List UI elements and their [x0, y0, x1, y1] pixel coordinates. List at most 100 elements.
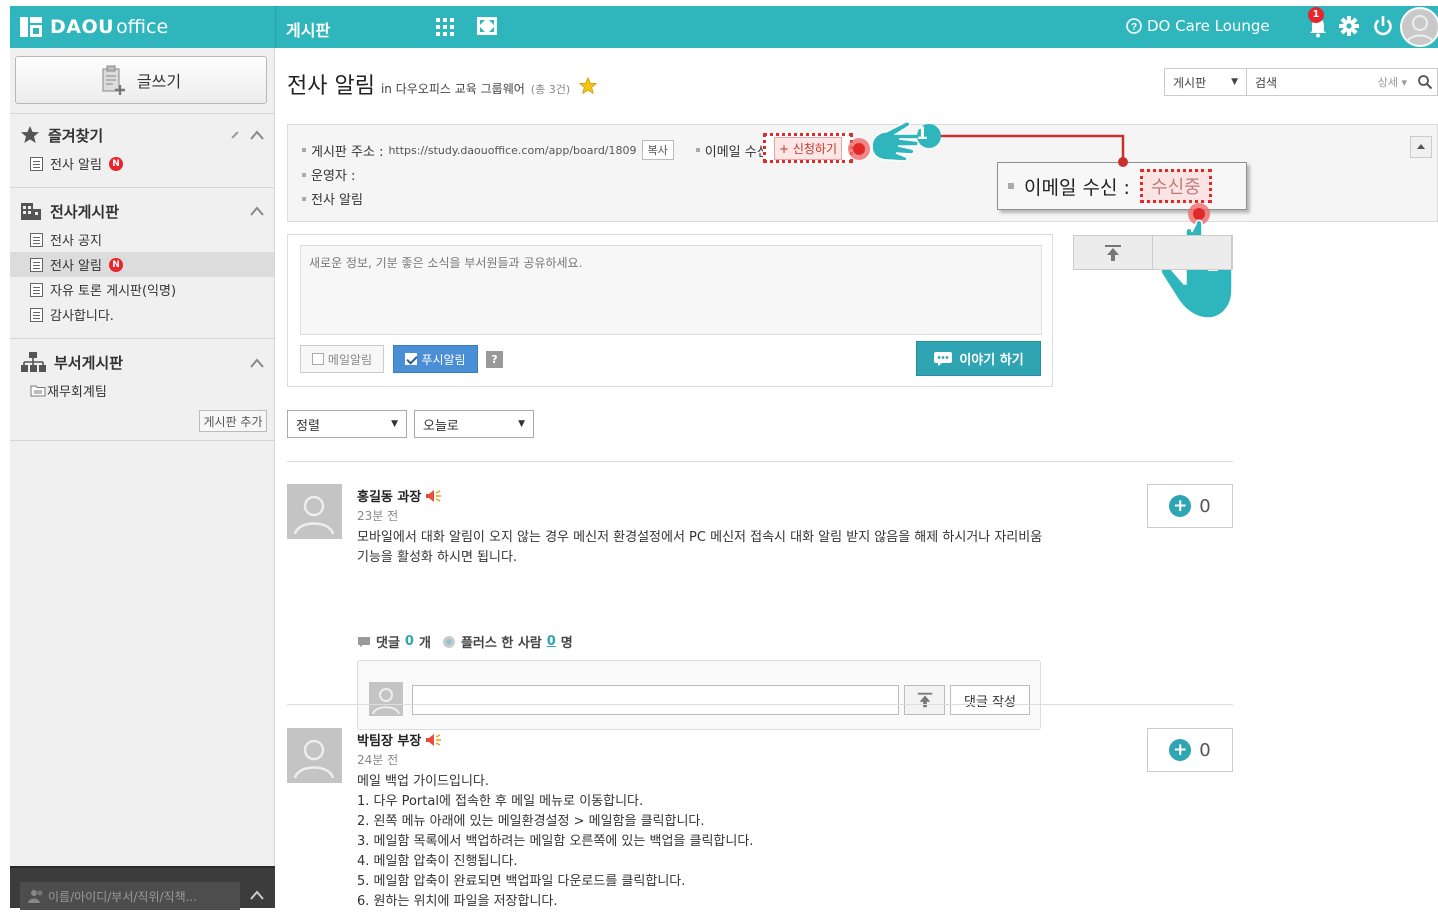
plus-people-label: 플러스 한 사람 — [460, 636, 542, 651]
chevron-up-icon[interactable] — [250, 358, 264, 368]
search-scope-select[interactable]: 게시판 ▼ — [1165, 69, 1247, 95]
section-title[interactable]: 게시판 — [286, 17, 330, 41]
sidebar-item-notice[interactable]: 전사 공지 — [10, 227, 274, 252]
plus-people-unit: 명 — [560, 636, 573, 651]
sidebar-item-label: 자유 토론 게시판(익명) — [50, 284, 177, 299]
sidebar-item-label: 재무회계팀 — [47, 385, 107, 400]
care-lounge-label: DO Care Lounge — [1147, 17, 1270, 35]
chevron-up-icon[interactable] — [250, 890, 264, 900]
comment-submit-button[interactable]: 댓글 작성 — [950, 685, 1030, 715]
add-board-button[interactable]: 게시판 추가 — [199, 410, 267, 432]
board-title: 전사 알림 — [287, 74, 375, 99]
click-marker-core — [853, 143, 865, 155]
plus-button[interactable]: + 0 — [1147, 484, 1233, 528]
favorites-title: 즐겨찾기 — [48, 126, 104, 145]
description-row: 전사 알림 — [302, 189, 363, 208]
comment-attach-button[interactable] — [904, 685, 945, 715]
power-icon[interactable] — [1372, 15, 1394, 37]
plus-count: 0 — [1199, 739, 1211, 761]
dropdown-arrow-icon: ▼ — [518, 419, 525, 429]
post-author-name: 홍길동 과장 — [357, 490, 422, 505]
care-lounge-link[interactable]: ? DO Care Lounge — [1126, 17, 1270, 35]
favorites-header[interactable]: 즐겨찾기 — [20, 124, 103, 146]
submit-post-label: 이야기 하기 — [959, 353, 1024, 368]
user-avatar[interactable] — [1400, 7, 1438, 47]
attach-button[interactable] — [1153, 236, 1232, 269]
brand-bold: DAOU — [50, 16, 115, 38]
divider — [10, 338, 275, 339]
upload-button[interactable] — [1074, 236, 1153, 269]
period-select[interactable]: 오늘로 ▼ — [414, 410, 534, 438]
mail-alarm-checkbox[interactable] — [311, 353, 324, 365]
left-edge — [0, 0, 10, 908]
new-badge: N — [108, 156, 123, 171]
advanced-search-toggle[interactable]: 상세 ▾ — [1378, 74, 1417, 90]
post-body: 모바일에서 대화 알림이 오지 않는 경우 메신저 환경설정에서 PC 메신저 … — [357, 530, 1043, 565]
org-chart-icon — [21, 352, 46, 372]
gear-icon[interactable] — [1338, 15, 1360, 37]
contact-search-bar: 이름/아이디/부서/직위/직책... — [10, 866, 275, 910]
logo[interactable]: DAOU office — [18, 14, 168, 40]
contact-search-input[interactable]: 이름/아이디/부서/직위/직책... — [20, 882, 240, 910]
comments-count[interactable]: 0 — [405, 634, 414, 649]
plus-button[interactable]: + 0 — [1147, 728, 1233, 772]
user-silhouette-icon — [1406, 15, 1434, 44]
fullscreen-icon[interactable] — [476, 16, 498, 36]
new-badge: N — [108, 257, 123, 272]
push-alarm-label: 푸시알림 — [421, 352, 466, 367]
comment-input[interactable] — [412, 685, 899, 715]
dept-boards-header[interactable]: 부서게시판 — [20, 351, 123, 373]
pencil-icon[interactable] — [228, 130, 242, 140]
collapse-info-button[interactable] — [1410, 136, 1432, 158]
caret-up-icon — [1417, 144, 1425, 149]
post-composer: 새로운 정보, 기분 좋은 소식을 부서원들과 공유하세요. 메일알림 푸시알림… — [287, 234, 1053, 387]
mail-alarm-toggle[interactable]: 메일알림 — [300, 345, 384, 373]
sidebar-item-free-discussion[interactable]: 자유 토론 게시판(익명) — [10, 277, 274, 302]
people-icon — [28, 890, 43, 903]
upload-icon — [1105, 244, 1121, 261]
megaphone-icon — [426, 489, 442, 502]
post-author[interactable]: 홍길동 과장 — [357, 486, 443, 505]
post-author[interactable]: 박팀장 부장 — [357, 730, 443, 749]
sidebar-item-favorite[interactable]: 전사 알림 N — [10, 151, 274, 176]
search-icon[interactable] — [1417, 74, 1433, 90]
author-avatar[interactable] — [287, 728, 342, 783]
chevron-up-icon[interactable] — [250, 130, 264, 140]
plus-people-count[interactable]: 0 — [547, 634, 556, 649]
commenter-avatar — [369, 682, 403, 716]
composer-textarea[interactable]: 새로운 정보, 기분 좋은 소식을 부서원들과 공유하세요. — [300, 245, 1042, 335]
chevron-up-icon[interactable] — [250, 206, 264, 216]
copy-button[interactable]: 복사 — [641, 140, 674, 160]
notification-badge: 1 — [1308, 7, 1324, 23]
search-input[interactable]: 검색 — [1247, 74, 1378, 91]
push-alarm-checkbox[interactable] — [405, 353, 418, 365]
help-button[interactable]: ? — [486, 351, 503, 368]
company-boards-header[interactable]: 전사게시판 — [20, 200, 119, 222]
building-icon — [21, 203, 41, 220]
company-boards-title: 전사게시판 — [50, 202, 120, 221]
folder-icon — [30, 385, 46, 397]
bullet — [302, 148, 306, 152]
board-group: in 다우오피스 교육 그룹웨어 — [380, 82, 525, 96]
sort-select[interactable]: 정렬 ▼ — [287, 410, 407, 438]
push-alarm-toggle[interactable]: 푸시알림 — [393, 345, 478, 373]
app-window: DAOU office 게시판 ? DO Care Lounge 1 글쓰기 즐… — [0, 0, 1438, 910]
user-silhouette-icon — [372, 688, 400, 715]
app-grid-icon[interactable] — [435, 17, 455, 37]
svg-text:?: ? — [1131, 22, 1137, 33]
write-icon — [102, 65, 125, 95]
sidebar-item-finance[interactable]: 재무회계팀 — [10, 378, 274, 403]
address-label: 게시판 주소 : — [311, 144, 384, 160]
write-button[interactable]: 글쓰기 — [15, 56, 267, 104]
brand-light: office — [116, 16, 169, 38]
post-line: 5. 메일함 압축이 완료되면 백업파일 다운로드를 클릭합니다. — [357, 874, 686, 889]
dropdown-arrow-icon: ▼ — [1231, 77, 1238, 87]
sort-value: 정렬 — [296, 418, 320, 434]
divider — [10, 440, 275, 441]
sidebar-item-thanks[interactable]: 감사합니다. — [10, 302, 274, 327]
author-avatar[interactable] — [287, 484, 342, 539]
submit-post-button[interactable]: 이야기 하기 — [916, 341, 1041, 376]
comments-label: 댓글 — [376, 636, 400, 651]
favorite-star-icon[interactable] — [579, 77, 598, 95]
sidebar-item-alerts[interactable]: 전사 알림 N — [10, 252, 274, 277]
